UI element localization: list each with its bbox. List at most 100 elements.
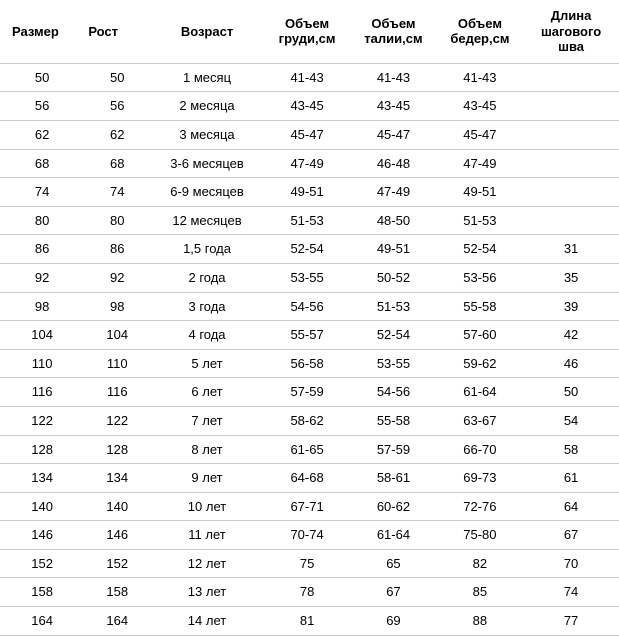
cell: 45-47 — [264, 120, 350, 149]
table-row: 1281288 лет61-6557-5966-7058 — [0, 435, 619, 464]
cell: 69 — [350, 607, 436, 636]
cell: 7 лет — [150, 406, 264, 435]
cell — [523, 92, 619, 121]
cell: 10 лет — [150, 492, 264, 521]
cell: 43-45 — [264, 92, 350, 121]
cell: 140 — [84, 492, 150, 521]
cell: 50 — [523, 378, 619, 407]
cell: 49-51 — [264, 178, 350, 207]
cell: 122 — [84, 406, 150, 435]
cell: 146 — [0, 521, 84, 550]
cell: 68 — [84, 149, 150, 178]
cell: 110 — [0, 349, 84, 378]
cell: 59-62 — [437, 349, 523, 378]
table-row: 808012 месяцев51-5348-5051-53 — [0, 206, 619, 235]
cell: 6-9 месяцев — [150, 178, 264, 207]
cell: 2 года — [150, 263, 264, 292]
cell: 39 — [523, 292, 619, 321]
cell: 63-67 — [437, 406, 523, 435]
cell: 51-53 — [437, 206, 523, 235]
cell: 56-58 — [264, 349, 350, 378]
cell: 86 — [0, 235, 84, 264]
table-row: 1221227 лет58-6255-5863-6754 — [0, 406, 619, 435]
table-row: 15815813 лет78678574 — [0, 578, 619, 607]
cell: 56 — [84, 92, 150, 121]
cell: 82 — [437, 549, 523, 578]
cell: 54-56 — [264, 292, 350, 321]
cell: 6 лет — [150, 378, 264, 407]
header-inseam: Длина шагового шва — [523, 0, 619, 63]
cell: 140 — [0, 492, 84, 521]
cell: 50 — [0, 63, 84, 92]
cell: 57-60 — [437, 321, 523, 350]
cell: 46-48 — [350, 149, 436, 178]
cell: 61-64 — [437, 378, 523, 407]
cell: 53-55 — [264, 263, 350, 292]
cell: 74 — [523, 578, 619, 607]
cell: 110 — [84, 349, 150, 378]
cell: 12 месяцев — [150, 206, 264, 235]
header-age: Возраст — [150, 0, 264, 63]
cell: 5 лет — [150, 349, 264, 378]
cell: 3 месяца — [150, 120, 264, 149]
cell: 67-71 — [264, 492, 350, 521]
cell: 164 — [0, 607, 84, 636]
cell: 60-62 — [350, 492, 436, 521]
table-row: 92922 года53-5550-5253-5635 — [0, 263, 619, 292]
cell: 49-51 — [437, 178, 523, 207]
cell: 75-80 — [437, 521, 523, 550]
cell: 146 — [84, 521, 150, 550]
cell: 92 — [84, 263, 150, 292]
cell: 57-59 — [264, 378, 350, 407]
cell: 3-6 месяцев — [150, 149, 264, 178]
cell: 53-55 — [350, 349, 436, 378]
cell: 41-43 — [437, 63, 523, 92]
cell: 31 — [523, 235, 619, 264]
cell: 70 — [523, 549, 619, 578]
cell — [523, 149, 619, 178]
cell: 98 — [84, 292, 150, 321]
cell: 72-76 — [437, 492, 523, 521]
cell: 55-58 — [350, 406, 436, 435]
cell: 45-47 — [437, 120, 523, 149]
cell: 47-49 — [350, 178, 436, 207]
cell: 86 — [84, 235, 150, 264]
cell: 54 — [523, 406, 619, 435]
cell: 128 — [0, 435, 84, 464]
cell: 152 — [0, 549, 84, 578]
header-size: Размер — [0, 0, 84, 63]
cell: 134 — [0, 464, 84, 493]
cell: 35 — [523, 263, 619, 292]
cell: 134 — [84, 464, 150, 493]
cell: 57-59 — [350, 435, 436, 464]
cell: 158 — [0, 578, 84, 607]
cell: 67 — [523, 521, 619, 550]
cell: 52-54 — [437, 235, 523, 264]
cell: 62 — [84, 120, 150, 149]
cell: 52-54 — [350, 321, 436, 350]
cell: 61 — [523, 464, 619, 493]
cell: 116 — [0, 378, 84, 407]
cell: 128 — [84, 435, 150, 464]
cell: 104 — [0, 321, 84, 350]
cell: 74 — [84, 178, 150, 207]
table-row: 15215212 лет75658270 — [0, 549, 619, 578]
table-row: 1041044 года55-5752-5457-6042 — [0, 321, 619, 350]
cell: 70-74 — [264, 521, 350, 550]
cell: 46 — [523, 349, 619, 378]
cell: 104 — [84, 321, 150, 350]
header-chest: Объем груди,см — [264, 0, 350, 63]
cell: 98 — [0, 292, 84, 321]
cell: 51-53 — [350, 292, 436, 321]
cell: 56 — [0, 92, 84, 121]
cell: 75 — [264, 549, 350, 578]
cell: 41-43 — [264, 63, 350, 92]
cell — [523, 178, 619, 207]
cell: 54-56 — [350, 378, 436, 407]
cell: 3 года — [150, 292, 264, 321]
cell: 50 — [84, 63, 150, 92]
cell: 4 года — [150, 321, 264, 350]
cell: 67 — [350, 578, 436, 607]
cell — [523, 63, 619, 92]
cell: 49-51 — [350, 235, 436, 264]
